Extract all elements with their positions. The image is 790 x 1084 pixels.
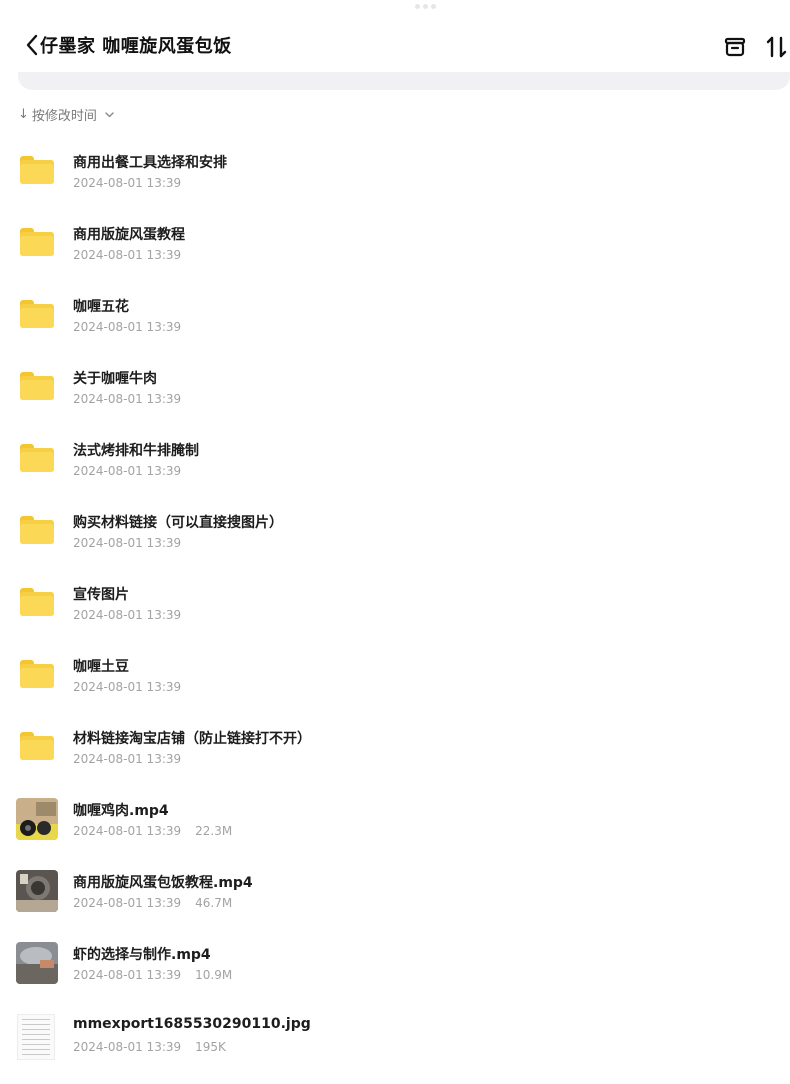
chevron-left-icon <box>26 34 38 56</box>
file-date: 2024-08-01 13:39 <box>73 248 182 262</box>
file-name: 咖喱土豆 <box>73 659 129 675</box>
file-row[interactable]: 虾的选择与制作.mp4 2024-08-01 13:39 10.9M <box>0 928 790 1000</box>
file-date: 2024-08-01 13:39 <box>73 176 182 190</box>
file-date: 2024-08-01 13:39 <box>73 320 182 334</box>
folder-icon <box>20 660 54 688</box>
file-row[interactable]: mmexport1685530290110.jpg 2024-08-01 13:3… <box>0 1000 790 1072</box>
file-meta: 2024-08-01 13:39 195K <box>73 1040 226 1054</box>
file-date: 2024-08-01 13:39 <box>73 392 182 406</box>
file-size: 10.9M <box>195 968 233 982</box>
file-row[interactable]: 宣传图片 2024-08-01 13:39 <box>0 568 790 640</box>
file-meta: 2024-08-01 13:39 <box>73 248 181 262</box>
video-thumbnail <box>16 870 58 912</box>
file-meta: 2024-08-01 13:39 <box>73 176 181 190</box>
file-row[interactable]: 商用版旋风蛋教程 2024-08-01 13:39 <box>0 208 790 280</box>
file-name: 商用版旋风蛋包饭教程.mp4 <box>73 875 253 891</box>
video-thumbnail <box>16 942 58 984</box>
status-dots <box>415 4 436 9</box>
search-bar[interactable] <box>18 72 790 90</box>
file-size: 46.7M <box>195 896 233 910</box>
sort-dropdown[interactable]: ↓ 按修改时间 <box>18 105 115 124</box>
back-button[interactable]: 仔墨家 咖喱旋风蛋包饭 <box>24 32 232 58</box>
folder-icon <box>20 372 54 400</box>
page-title: 仔墨家 咖喱旋风蛋包饭 <box>40 36 232 57</box>
file-date: 2024-08-01 13:39 <box>73 824 182 838</box>
file-name: 咖喱五花 <box>73 299 129 315</box>
file-meta: 2024-08-01 13:39 <box>73 536 181 550</box>
file-row[interactable]: 咖喱五花 2024-08-01 13:39 <box>0 280 790 352</box>
file-meta: 2024-08-01 13:39 <box>73 392 181 406</box>
file-size: 195K <box>195 1040 226 1054</box>
file-row[interactable]: 法式烤排和牛排腌制 2024-08-01 13:39 <box>0 424 790 496</box>
file-date: 2024-08-01 13:39 <box>73 968 182 982</box>
file-row[interactable]: 咖喱土豆 2024-08-01 13:39 <box>0 640 790 712</box>
file-meta: 2024-08-01 13:39 <box>73 680 181 694</box>
archive-icon[interactable] <box>722 34 748 60</box>
file-name: 宣传图片 <box>73 587 129 603</box>
file-meta: 2024-08-01 13:39 10.9M <box>73 968 232 982</box>
folder-icon <box>20 228 54 256</box>
file-date: 2024-08-01 13:39 <box>73 680 182 694</box>
file-meta: 2024-08-01 13:39 <box>73 320 181 334</box>
folder-icon <box>20 156 54 184</box>
file-list: 商用出餐工具选择和安排 2024-08-01 13:39 商用版旋风蛋教程 2024-… <box>0 136 790 1072</box>
file-meta: 2024-08-01 13:39 <box>73 608 181 622</box>
file-name: 商用版旋风蛋教程 <box>73 227 185 243</box>
file-name: 法式烤排和牛排腌制 <box>73 443 199 459</box>
file-name: 购买材料链接（可以直接搜图片） <box>73 515 283 531</box>
folder-icon <box>20 300 54 328</box>
file-name: 咖喱鸡肉.mp4 <box>73 803 169 819</box>
file-name: mmexport1685530290110.jpg <box>73 1016 311 1032</box>
file-date: 2024-08-01 13:39 <box>73 896 182 910</box>
file-row[interactable]: 商用出餐工具选择和安排 2024-08-01 13:39 <box>0 136 790 208</box>
chevron-down-icon <box>105 112 114 118</box>
file-row[interactable]: 关于咖喱牛肉 2024-08-01 13:39 <box>0 352 790 424</box>
arrow-down-icon: ↓ <box>18 107 29 122</box>
image-thumbnail <box>17 1014 55 1060</box>
file-date: 2024-08-01 13:39 <box>73 536 182 550</box>
file-row[interactable]: 商用版旋风蛋包饭教程.mp4 2024-08-01 13:39 46.7M <box>0 856 790 928</box>
file-row[interactable]: 咖喱鸡肉.mp4 2024-08-01 13:39 22.3M <box>0 784 790 856</box>
file-meta: 2024-08-01 13:39 46.7M <box>73 896 232 910</box>
file-size: 22.3M <box>195 824 233 838</box>
top-bar: 仔墨家 咖喱旋风蛋包饭 <box>0 26 790 68</box>
sort-icon[interactable] <box>764 34 790 60</box>
file-meta: 2024-08-01 13:39 <box>73 752 181 766</box>
file-date: 2024-08-01 13:39 <box>73 464 182 478</box>
sort-label: 按修改时间 <box>31 109 97 124</box>
file-row[interactable]: 购买材料链接（可以直接搜图片） 2024-08-01 13:39 <box>0 496 790 568</box>
file-date: 2024-08-01 13:39 <box>73 1040 182 1054</box>
file-meta: 2024-08-01 13:39 <box>73 464 181 478</box>
folder-icon <box>20 588 54 616</box>
file-name: 材料链接淘宝店铺（防止链接打不开） <box>73 731 311 747</box>
file-row[interactable]: 材料链接淘宝店铺（防止链接打不开） 2024-08-01 13:39 <box>0 712 790 784</box>
folder-icon <box>20 444 54 472</box>
file-date: 2024-08-01 13:39 <box>73 752 182 766</box>
file-meta: 2024-08-01 13:39 22.3M <box>73 824 232 838</box>
file-date: 2024-08-01 13:39 <box>73 608 182 622</box>
file-name: 商用出餐工具选择和安排 <box>73 155 227 171</box>
folder-icon <box>20 516 54 544</box>
video-thumbnail <box>16 798 58 840</box>
file-name: 虾的选择与制作.mp4 <box>73 947 211 963</box>
folder-icon <box>20 732 54 760</box>
file-name: 关于咖喱牛肉 <box>73 371 157 387</box>
